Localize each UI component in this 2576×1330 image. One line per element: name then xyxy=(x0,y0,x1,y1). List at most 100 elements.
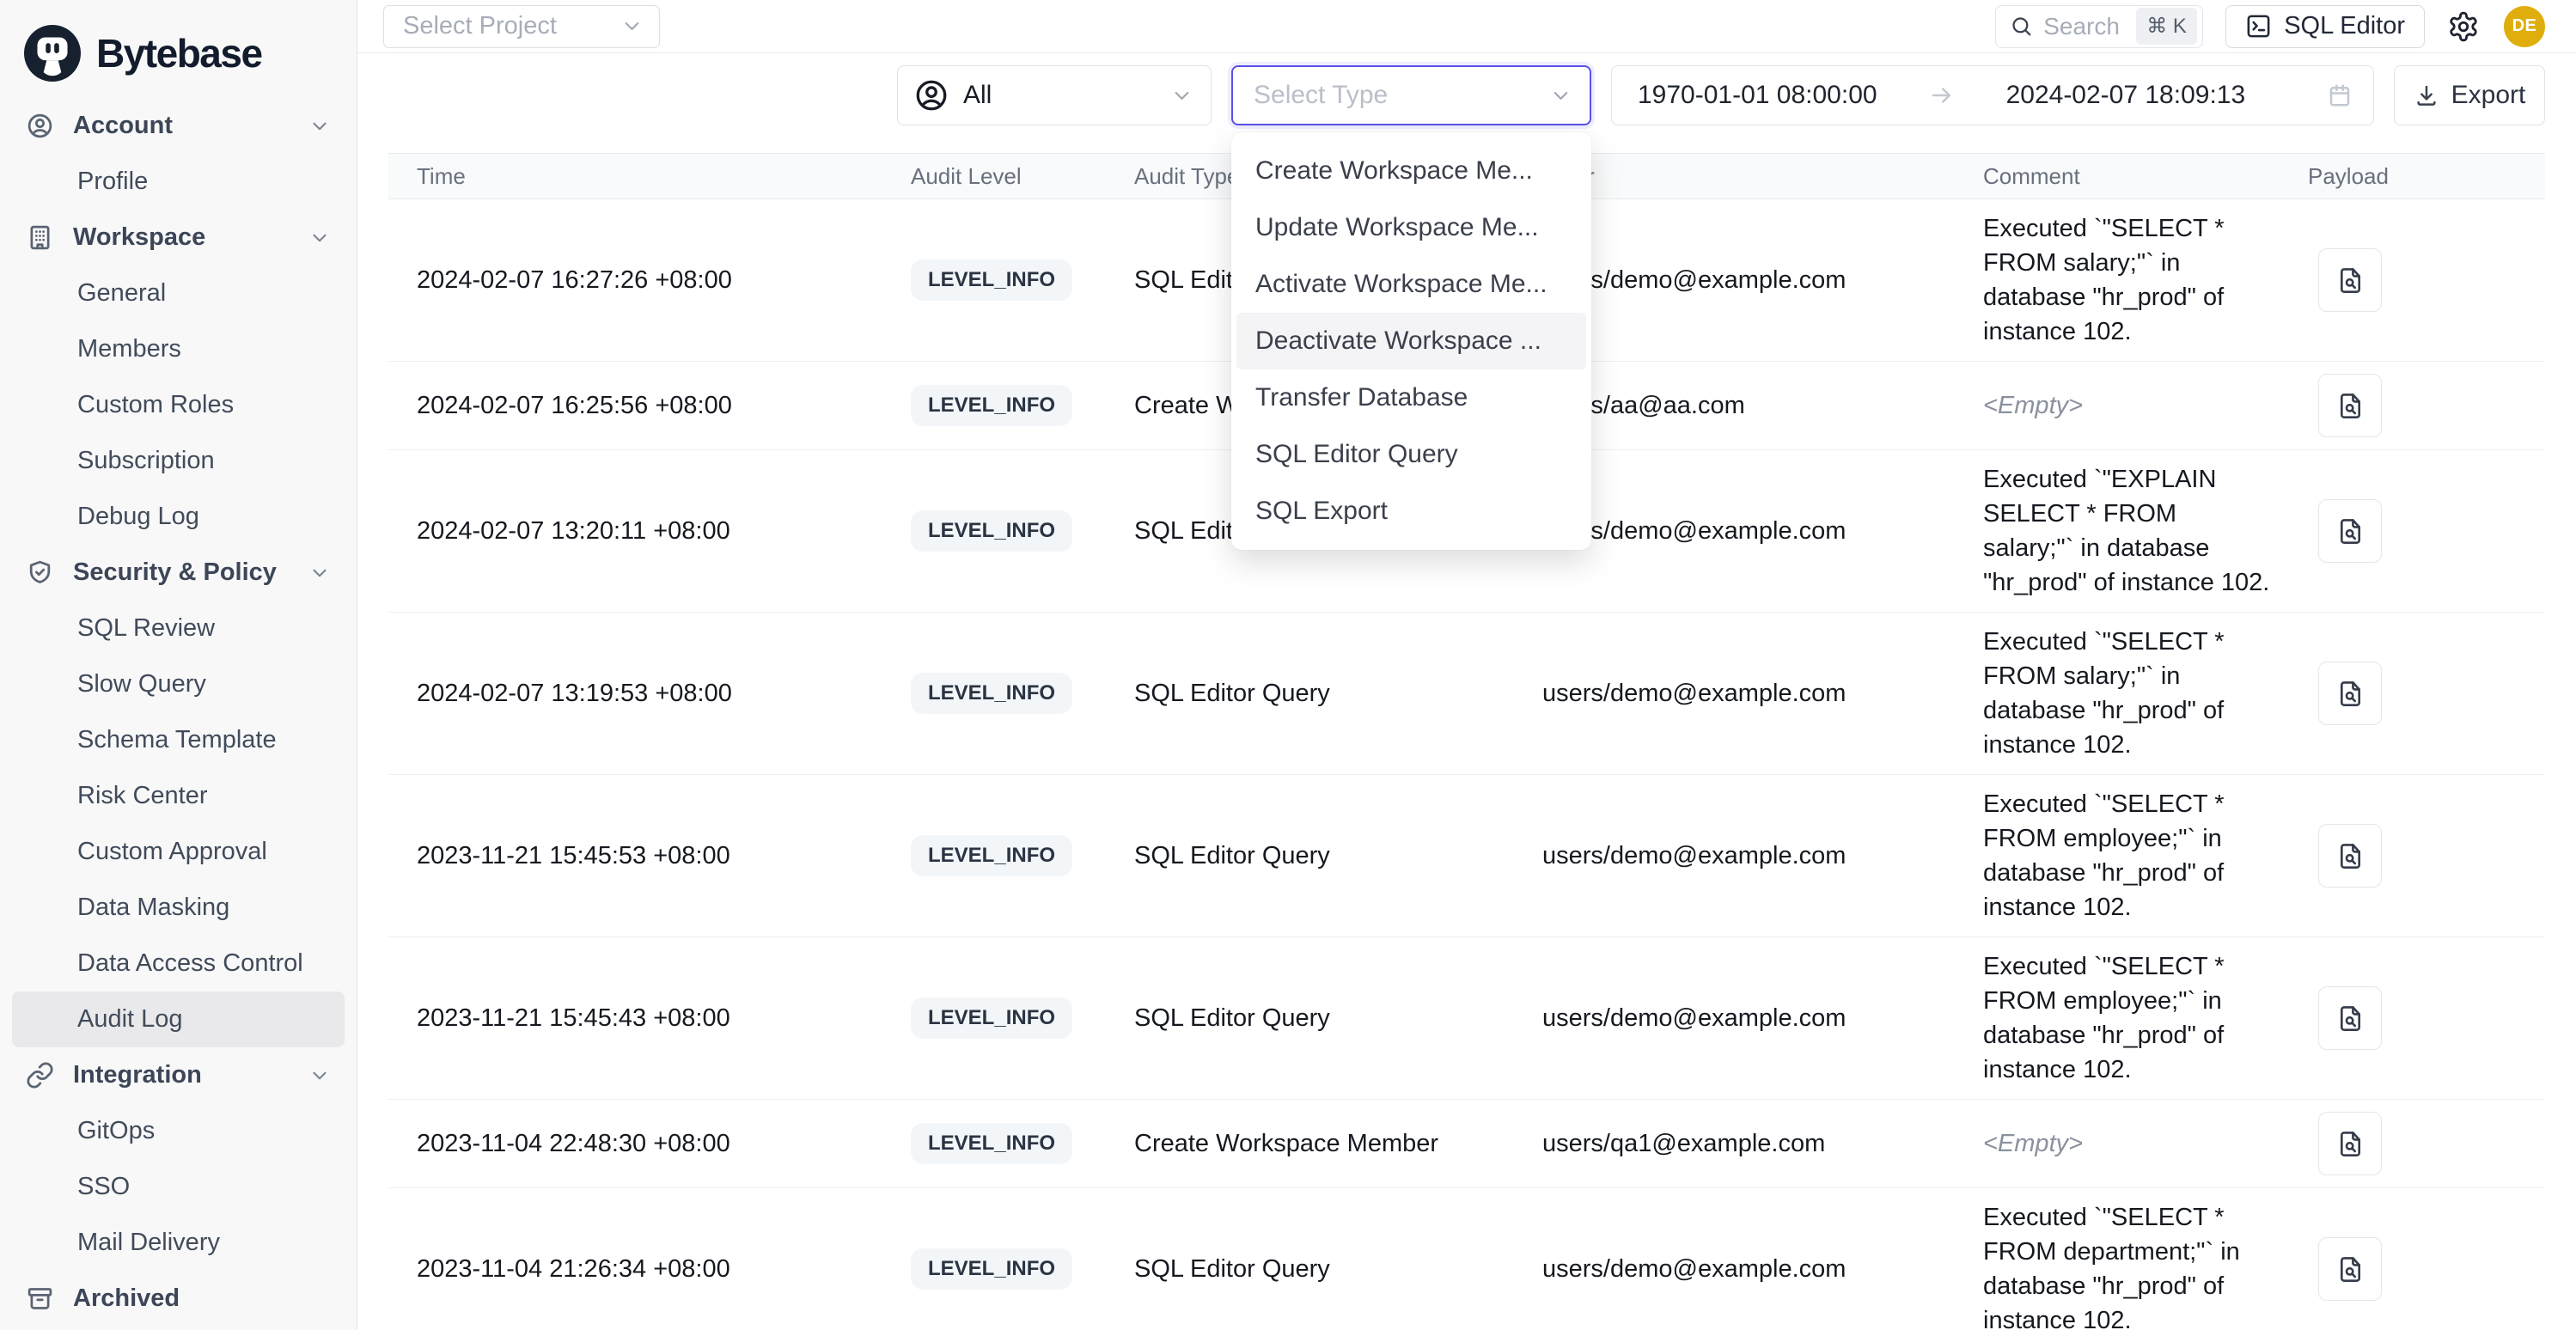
audit-time: 2024-02-07 13:20:11 +08:00 xyxy=(417,517,911,546)
sidebar-item[interactable]: Slow Query xyxy=(0,656,357,712)
sql-editor-label: SQL Editor xyxy=(2284,12,2405,40)
audit-actor: users/demo@example.com xyxy=(1542,517,1983,546)
sidebar-item[interactable]: Account xyxy=(0,98,357,154)
payload-cell xyxy=(2308,986,2545,1050)
sidebar-item[interactable]: Members xyxy=(0,321,357,377)
type-dropdown-option[interactable]: Transfer Database xyxy=(1236,369,1586,426)
audit-comment: Executed `"SELECT * FROM department;"` i… xyxy=(1983,1200,2284,1330)
sidebar-item[interactable]: Audit Log xyxy=(12,991,345,1047)
file-search-icon xyxy=(2335,265,2365,296)
sidebar-item-label: Members xyxy=(77,335,181,363)
audit-level-badge: LEVEL_INFO xyxy=(911,1123,1072,1164)
sidebar-item[interactable]: Integration xyxy=(0,1047,357,1103)
audit-time: 2024-02-07 16:27:26 +08:00 xyxy=(417,266,911,295)
project-select-placeholder: Select Project xyxy=(403,12,620,40)
sidebar-item-label: Custom Approval xyxy=(77,838,267,866)
view-payload-button[interactable] xyxy=(2318,374,2382,437)
sidebar-item[interactable]: Custom Roles xyxy=(0,377,357,433)
audit-type: Create Workspace Member xyxy=(1134,1130,1542,1158)
download-icon xyxy=(2414,82,2439,108)
audit-actor: users/demo@example.com xyxy=(1542,680,1983,708)
file-search-icon xyxy=(2335,1129,2365,1159)
view-payload-button[interactable] xyxy=(2318,499,2382,563)
search-input[interactable] xyxy=(2043,13,2126,40)
search-box[interactable]: ⌘ K xyxy=(1995,5,2203,48)
sidebar-item-label: Schema Template xyxy=(77,726,277,754)
sidebar-item[interactable]: SSO xyxy=(0,1159,357,1215)
sidebar-item[interactable]: Custom Approval xyxy=(0,824,357,880)
project-select[interactable]: Select Project xyxy=(383,5,660,48)
file-search-icon xyxy=(2335,841,2365,871)
sidebar-item[interactable]: Data Access Control xyxy=(0,936,357,991)
sidebar-item-label: SSO xyxy=(77,1173,130,1201)
audit-comment: <Empty> xyxy=(1983,388,2284,423)
view-payload-button[interactable] xyxy=(2318,662,2382,725)
sidebar-item[interactable]: Schema Template xyxy=(0,712,357,768)
view-payload-button[interactable] xyxy=(2318,986,2382,1050)
audit-level-cell: LEVEL_INFO xyxy=(911,510,1134,552)
chevron-down-icon xyxy=(1170,84,1193,107)
sql-editor-button[interactable]: SQL Editor xyxy=(2225,5,2425,48)
chevron-down-icon xyxy=(308,227,331,249)
table-row: 2023-11-21 15:45:53 +08:00 LEVEL_INFO SQ… xyxy=(388,775,2545,937)
sidebar-item-icon xyxy=(26,558,54,587)
sidebar-item-icon xyxy=(26,223,54,252)
audit-actor: users/aa@aa.com xyxy=(1542,392,1983,420)
view-payload-button[interactable] xyxy=(2318,1237,2382,1301)
payload-cell xyxy=(2308,1112,2545,1175)
table-column-header: Time xyxy=(417,163,911,190)
sidebar-item[interactable]: General xyxy=(0,265,357,321)
audit-actor: users/demo@example.com xyxy=(1542,842,1983,870)
actor-filter-value: All xyxy=(963,81,1157,110)
export-label: Export xyxy=(2451,81,2526,110)
sidebar-item[interactable]: Data Masking xyxy=(0,880,357,936)
export-button[interactable]: Export xyxy=(2394,65,2545,125)
sidebar-item[interactable]: SQL Review xyxy=(0,601,357,656)
type-dropdown-option[interactable]: SQL Export xyxy=(1236,483,1586,540)
sidebar-item[interactable]: Security & Policy xyxy=(0,545,357,601)
date-from-value[interactable]: 1970-01-01 08:00:00 xyxy=(1638,81,1877,110)
table-column-header: Actor xyxy=(1542,163,1983,190)
view-payload-button[interactable] xyxy=(2318,1112,2382,1175)
type-filter-select[interactable]: Select Type xyxy=(1231,65,1591,125)
type-dropdown-option[interactable]: Create Workspace Me... xyxy=(1236,143,1586,199)
sidebar-item[interactable]: Debug Log xyxy=(0,489,357,545)
date-to-value[interactable]: 2024-02-07 18:09:13 xyxy=(2006,81,2246,110)
chevron-down-icon xyxy=(308,1065,331,1087)
type-filter-wrap: Select Type Create Workspace Me...Update… xyxy=(1231,65,1591,125)
audit-time: 2023-11-04 22:48:30 +08:00 xyxy=(417,1130,911,1158)
sidebar-item[interactable]: Risk Center xyxy=(0,768,357,824)
chevron-down-icon xyxy=(1549,84,1572,107)
actor-filter-select[interactable]: All xyxy=(897,65,1212,125)
sidebar-item-label: Subscription xyxy=(77,447,215,475)
sidebar-item-label: Slow Query xyxy=(77,670,206,699)
sidebar-item[interactable]: Profile xyxy=(0,154,357,210)
type-dropdown-option[interactable]: Update Workspace Me... xyxy=(1236,199,1586,256)
view-payload-button[interactable] xyxy=(2318,824,2382,888)
type-dropdown-option[interactable]: Activate Workspace Me... xyxy=(1236,256,1586,313)
calendar-icon xyxy=(2327,82,2353,108)
table-row: 2023-11-04 21:26:34 +08:00 LEVEL_INFO SQ… xyxy=(388,1188,2545,1330)
date-range-picker[interactable]: 1970-01-01 08:00:00 2024-02-07 18:09:13 xyxy=(1611,65,2374,125)
sidebar-item[interactable]: Archived xyxy=(0,1271,357,1327)
table-column-header: Payload xyxy=(2308,163,2545,190)
topbar-actions: ⌘ K SQL Editor DE xyxy=(1995,5,2545,48)
sidebar-item-label: Profile xyxy=(77,168,148,196)
bytebase-logo[interactable]: Bytebase xyxy=(0,0,357,95)
avatar[interactable]: DE xyxy=(2504,6,2545,47)
type-dropdown-option[interactable]: SQL Editor Query xyxy=(1236,426,1586,483)
view-payload-button[interactable] xyxy=(2318,248,2382,312)
settings-button[interactable] xyxy=(2447,9,2481,44)
sidebar-item[interactable]: Workspace xyxy=(0,210,357,265)
audit-type: SQL Editor Query xyxy=(1134,1255,1542,1284)
audit-level-cell: LEVEL_INFO xyxy=(911,1248,1134,1290)
sidebar-item-icon xyxy=(26,1061,54,1089)
payload-cell xyxy=(2308,1237,2545,1301)
sidebar-item[interactable]: Mail Delivery xyxy=(0,1215,357,1271)
sidebar-item[interactable]: Subscription xyxy=(0,433,357,489)
type-dropdown-option[interactable]: Deactivate Workspace ... xyxy=(1236,313,1586,369)
search-shortcut-badge: ⌘ K xyxy=(2136,8,2197,45)
sidebar-item[interactable]: GitOps xyxy=(0,1103,357,1159)
table-row: 2023-11-21 15:45:43 +08:00 LEVEL_INFO SQ… xyxy=(388,937,2545,1100)
audit-time: 2023-11-04 21:26:34 +08:00 xyxy=(417,1255,911,1284)
